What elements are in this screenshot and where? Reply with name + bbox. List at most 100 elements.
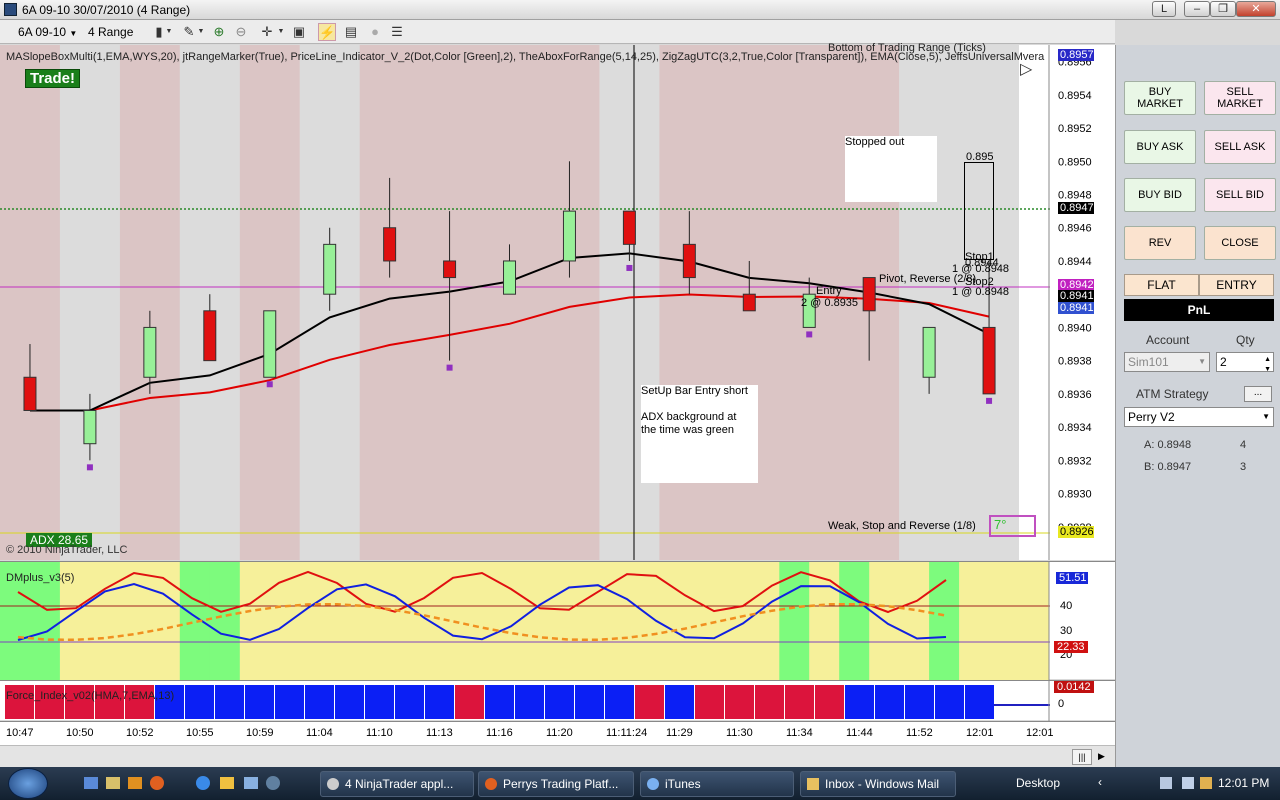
- crosshair-icon[interactable]: ✛: [258, 23, 276, 41]
- zoom-out-icon[interactable]: ⊖: [232, 23, 250, 41]
- quicklaunch-firefox-icon[interactable]: [150, 776, 164, 790]
- tray-network-icon: [1160, 777, 1172, 789]
- tray-expand-icon[interactable]: ‹: [1098, 775, 1102, 789]
- period-selector[interactable]: 4 Range ▼: [84, 23, 144, 56]
- chevron-down-icon: ▼: [1262, 412, 1270, 421]
- quicklaunch-show-desktop-icon[interactable]: [84, 777, 98, 789]
- buy-ask-button[interactable]: BUY ASK: [1124, 130, 1196, 164]
- price-tag-bottom: 0.8926: [1058, 526, 1094, 538]
- setup-note-line1: SetUp Bar Entry short: [641, 385, 748, 397]
- candle-body: [742, 293, 756, 312]
- properties-icon[interactable]: ▣: [290, 23, 308, 41]
- price-tag-current: 0.8947: [1058, 202, 1094, 214]
- y-axis-tick-label: 0.8944: [1058, 256, 1092, 268]
- atm-strategy-select[interactable]: Perry V2 ▼: [1124, 407, 1274, 427]
- price-chart[interactable]: 0.89560.89540.89520.89500.89480.89460.89…: [0, 45, 1115, 560]
- quicklaunch-ie-icon[interactable]: [196, 776, 210, 790]
- candle-body: [323, 243, 337, 295]
- play-icon[interactable]: ▷: [1020, 59, 1040, 78]
- force-index-panel[interactable]: Force_Index_v02(HMA,7,EMA,13) 0.0142 0: [0, 680, 1115, 721]
- x-axis-tick-label: 10:52: [126, 727, 154, 739]
- window-close-button[interactable]: ✕: [1236, 1, 1276, 17]
- sell-market-button[interactable]: SELL MARKET: [1204, 81, 1276, 115]
- quicklaunch-media-icon[interactable]: [128, 777, 142, 789]
- qty-stepper[interactable]: 2 ▲ ▼: [1216, 352, 1274, 373]
- app-icon: [4, 3, 17, 16]
- dm-background-cell: [929, 562, 960, 680]
- dm-background-cell: [659, 562, 690, 680]
- sell-ask-button[interactable]: SELL ASK: [1204, 130, 1276, 164]
- force-index-bar: [215, 685, 244, 719]
- dm-tag-red: 22.33: [1054, 641, 1088, 653]
- desktop-toolbar-label[interactable]: Desktop: [1016, 776, 1060, 790]
- x-axis-tick-label: 11:34: [786, 727, 813, 739]
- price-chart-panel[interactable]: 0.8956 0.8954 0.8952 0.8950 0.8948 0.8946 0.89…: [0, 42, 1115, 560]
- x-axis-tick-label: 10:50: [66, 727, 94, 739]
- quicklaunch-mail-icon[interactable]: [220, 777, 234, 789]
- buy-bid-button[interactable]: BUY BID: [1124, 178, 1196, 212]
- taskbar-item-perrys[interactable]: Perrys Trading Platf...: [478, 771, 634, 797]
- taskbar-item-mail[interactable]: Inbox - Windows Mail: [800, 771, 956, 797]
- window-minimize-button[interactable]: ‒: [1184, 1, 1210, 17]
- chevron-down-icon[interactable]: ▼: [164, 23, 174, 41]
- scroll-thumb[interactable]: |||: [1072, 749, 1092, 765]
- account-select[interactable]: Sim101 ▼: [1124, 352, 1210, 372]
- ask-price-label: A: 0.8948: [1144, 439, 1192, 451]
- force-index-bar: [305, 685, 334, 719]
- tray-volume-icon: [1182, 777, 1194, 789]
- taskbar-item-ninjatrader[interactable]: 4 NinjaTrader appl...: [320, 771, 474, 797]
- data-box-icon[interactable]: ☰: [388, 23, 406, 41]
- qty-label: Qty: [1236, 333, 1255, 347]
- swing-marker: [86, 464, 93, 471]
- scroll-right-icon[interactable]: ▶: [1098, 751, 1105, 762]
- target-box: 0.895: [964, 151, 994, 260]
- force-index-bar: [245, 685, 274, 719]
- y-axis-tick-label: 0.8950: [1058, 156, 1092, 168]
- buy-market-button[interactable]: BUY MARKET: [1124, 81, 1196, 115]
- dm-background-cell: [569, 562, 600, 680]
- record-icon[interactable]: ●: [366, 23, 384, 41]
- entry-detail: 2 @ 0.8935: [801, 297, 859, 309]
- quicklaunch-globe-icon[interactable]: [266, 776, 280, 790]
- period-value: 4 Range: [88, 25, 134, 39]
- flat-button[interactable]: FLAT: [1124, 274, 1199, 296]
- candle-body: [982, 326, 996, 395]
- chart-scrollbar[interactable]: ||| ▶: [0, 745, 1115, 767]
- strategy-icon[interactable]: ⚡: [318, 23, 336, 41]
- force-index-bar: [605, 685, 634, 719]
- atm-properties-button[interactable]: ...: [1244, 386, 1272, 402]
- sell-bid-button[interactable]: SELL BID: [1204, 178, 1276, 212]
- dm-background-cell: [839, 562, 870, 680]
- close-position-button[interactable]: CLOSE: [1204, 226, 1276, 260]
- dm-background-cell: [989, 562, 1020, 680]
- tray-clock: 12:01 PM: [1218, 776, 1270, 790]
- quicklaunch-app-icon[interactable]: [244, 777, 258, 789]
- stepper-down-icon[interactable]: ▼: [1264, 361, 1271, 379]
- force-zero: 0: [1058, 698, 1065, 710]
- quicklaunch-explorer-icon[interactable]: [106, 777, 120, 789]
- chevron-down-icon[interactable]: ▼: [276, 23, 286, 41]
- zoom-in-icon[interactable]: ⊕: [210, 23, 228, 41]
- chevron-down-icon[interactable]: ▼: [196, 23, 206, 41]
- weak-stop-label: Weak, Stop and Reverse (1/8): [828, 520, 976, 532]
- ninjatrader-icon: [327, 778, 339, 790]
- x-axis-tick-label: 11:44: [846, 727, 873, 739]
- taskbar-item-itunes[interactable]: iTunes: [640, 771, 794, 797]
- window-lock-button[interactable]: L: [1152, 1, 1176, 17]
- stopped-out-text: Stopped out: [845, 136, 905, 148]
- start-button[interactable]: [8, 768, 48, 799]
- force-index-bar: [875, 685, 904, 719]
- candle-body: [622, 210, 636, 245]
- stop1-detail: 1 @ 0.8948: [952, 263, 1010, 275]
- instrument-selector[interactable]: 6A 09-10 ▼: [14, 23, 84, 41]
- candle-body: [383, 227, 397, 262]
- window-maximize-button[interactable]: ❐: [1210, 1, 1236, 17]
- reverse-button[interactable]: REV: [1124, 226, 1196, 260]
- dmplus-panel[interactable]: DMplus_v3(5) 40 30 20 51.51 22.33: [0, 561, 1115, 680]
- entry-button[interactable]: ENTRY: [1199, 274, 1274, 296]
- time-axis: 10:47 10:50 10:52 10:55 10:59 11:04 11:10 11:13…: [0, 721, 1115, 745]
- price-tag-top: 0.8957: [1058, 49, 1094, 61]
- force-index-bar: [785, 685, 814, 719]
- setup-note: SetUp Bar Entry short ADX background at …: [641, 385, 758, 483]
- indicator-icon[interactable]: ▤: [342, 23, 360, 41]
